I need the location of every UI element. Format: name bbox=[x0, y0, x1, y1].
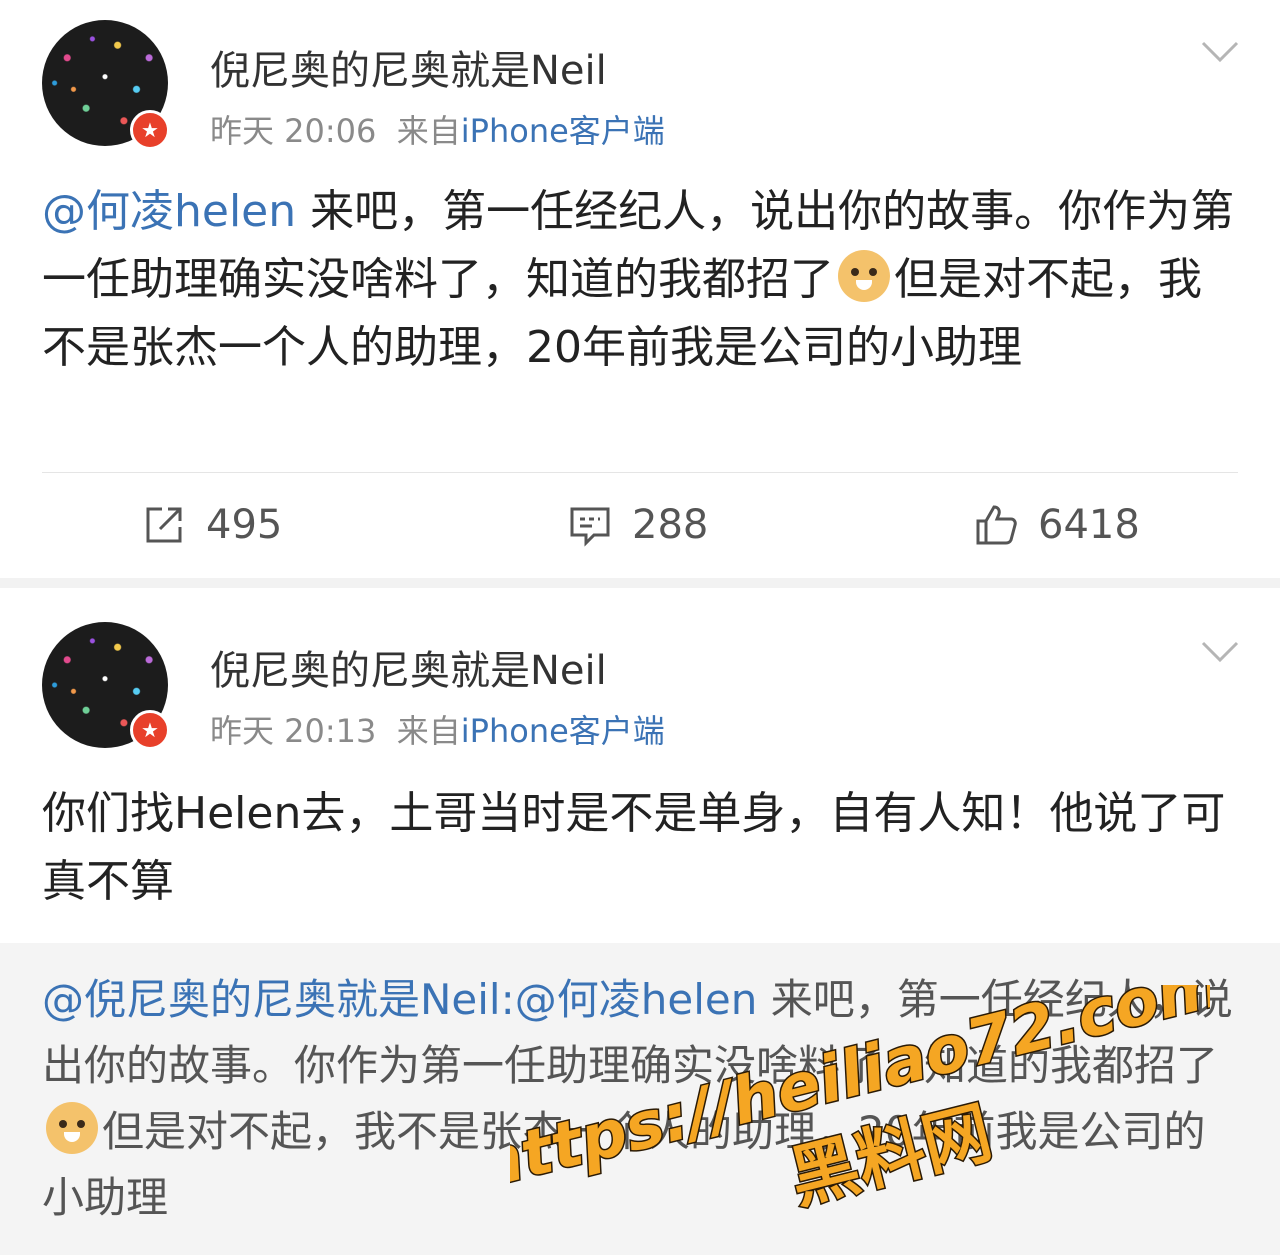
source-link[interactable]: iPhone客户端 bbox=[461, 112, 665, 150]
comment-count: 288 bbox=[632, 502, 709, 548]
username[interactable]: 倪尼奥的尼奥就是Neil bbox=[210, 38, 607, 96]
post-body: 你们找Helen去，土哥当时是不是单身，自有人知！他说了可真不算 bbox=[42, 788, 1226, 907]
chevron-down-icon[interactable] bbox=[1200, 640, 1240, 664]
weibo-post: ★ 倪尼奥的尼奥就是Neil 昨天 20:13 来自iPhone客户端 你们找H… bbox=[0, 588, 1280, 1255]
post-meta: 昨天 20:13 来自iPhone客户端 bbox=[210, 706, 665, 752]
source-prefix: 来自 bbox=[396, 712, 461, 750]
quoted-author-link[interactable]: @倪尼奥的尼奥就是Neil: bbox=[42, 975, 515, 1024]
repost-icon bbox=[146, 507, 182, 543]
quoted-post[interactable]: @倪尼奥的尼奥就是Neil:@何凌helen 来吧，第一任经纪人，说出你的故事。… bbox=[0, 943, 1280, 1255]
like-count: 6418 bbox=[1038, 502, 1140, 548]
post-separator bbox=[0, 578, 1280, 588]
action-bar: 495 288 6418 bbox=[0, 490, 1280, 560]
mention-link[interactable]: @何凌helen bbox=[42, 186, 296, 237]
quoted-post-body: @倪尼奥的尼奥就是Neil:@何凌helen 来吧，第一任经纪人，说出你的故事。… bbox=[42, 967, 1238, 1231]
source-prefix: 来自 bbox=[396, 112, 461, 150]
source-link[interactable]: iPhone客户端 bbox=[461, 712, 665, 750]
vip-star-icon: ★ bbox=[130, 710, 170, 750]
post-meta: 昨天 20:06 来自iPhone客户端 bbox=[210, 106, 665, 152]
vip-star-icon: ★ bbox=[130, 110, 170, 150]
comment-icon bbox=[570, 507, 610, 547]
divider bbox=[42, 472, 1238, 473]
weibo-post: ★ 倪尼奥的尼奥就是Neil 昨天 20:06 来自iPhone客户端 @何凌h… bbox=[0, 0, 1280, 578]
repost-button[interactable]: 495 bbox=[142, 490, 282, 560]
like-button[interactable]: 6418 bbox=[974, 490, 1140, 560]
doge-emoji-icon bbox=[838, 250, 890, 302]
post-body: @何凌helen 来吧，第一任经纪人，说出你的故事。你作为第一任助理确实没啥料了… bbox=[42, 178, 1238, 382]
mention-link[interactable]: @何凌helen bbox=[515, 975, 758, 1024]
thumbs-up-icon bbox=[976, 505, 1017, 545]
post-time: 昨天 20:06 bbox=[210, 112, 377, 150]
repost-count: 495 bbox=[206, 502, 283, 548]
post-time: 昨天 20:13 bbox=[210, 712, 377, 750]
doge-emoji-icon bbox=[46, 1102, 98, 1154]
quoted-text: 但是对不起，我不是张杰一个人的助理，20年前我是公司的小助理 bbox=[42, 1107, 1206, 1222]
username[interactable]: 倪尼奥的尼奥就是Neil bbox=[210, 638, 607, 696]
comment-button[interactable]: 288 bbox=[568, 490, 708, 560]
chevron-down-icon[interactable] bbox=[1200, 40, 1240, 64]
